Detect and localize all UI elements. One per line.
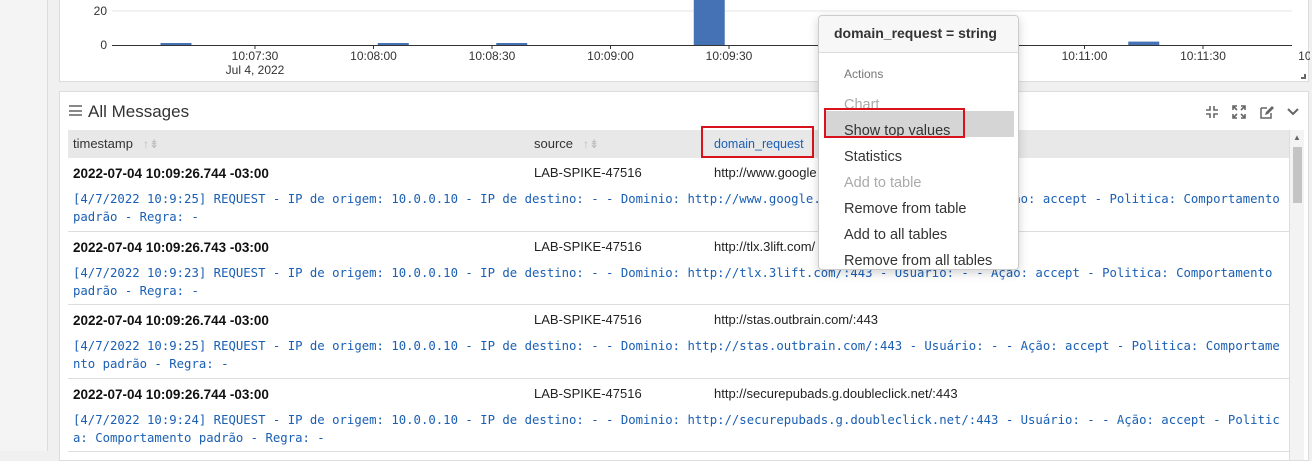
vertical-scrollbar[interactable]: ▲ [1289,130,1304,460]
column-header-source[interactable]: source ↑⇟ [534,130,599,158]
histogram-bar [377,43,409,45]
x-date-label: Jul 4, 2022 [226,63,285,77]
cell-message: [4/7/2022 10:9:24] REQUEST - IP de orige… [73,412,1280,445]
histogram-bar [496,43,528,45]
x-tick-label: 10:11:30 [1180,49,1226,63]
expand-icon[interactable] [1230,103,1248,121]
y-tick-label: 20 [94,4,108,18]
menu-item-add-to-table: Add to table [844,175,922,191]
menu-item-statistics[interactable]: Statistics [844,149,902,165]
search-page: 20 0 10:07:30 10:08:00 10:08:30 10:09:00 10:09… [48,0,1312,461]
edit-icon[interactable] [1257,103,1275,121]
histogram-bar [1128,41,1160,45]
cell-domain-request: http://www.google [714,165,817,180]
message-count-histogram: 20 0 10:07:30 10:08:00 10:08:30 10:09:00 10:09… [59,0,1310,82]
scrollbar-thumb[interactable] [1293,147,1302,203]
table-row[interactable]: 2022-07-04 10:09:26.744 -03:00 LAB-SPIKE-… [68,305,1289,379]
x-tick-label: 10:09:00 [587,49,634,63]
y-tick-label: 0 [100,38,107,52]
cell-domain-request: http://securepubads.g.doubleclick.net/:4… [714,385,958,401]
histogram-chart: 20 0 10:07:30 10:08:00 10:08:30 10:09:00 10:09… [94,0,1310,77]
resize-handle-icon[interactable] [1301,74,1306,79]
x-tick-label: 10:08:30 [469,49,516,63]
sort-icon[interactable]: ↑⇟ [583,137,599,151]
histogram-bar [693,0,725,45]
x-tick-label: 10:12:00 [1298,49,1310,63]
all-messages-widget: All Messages timestamp ↑⇟ source ↑⇟ doma… [59,91,1309,461]
cell-domain-request: http://stas.outbrain.com/:443 [714,312,879,327]
table-row[interactable]: 2022-07-04 10:09:26.744 -03:00 LAB-SPIKE-… [68,379,1289,452]
menu-item-remove-from-table[interactable]: Remove from table [844,201,967,217]
table-header: timestamp ↑⇟ source ↑⇟ domain_request [68,130,1289,158]
cell-domain-request: http://tlx.3lift.com/ [714,238,816,254]
scroll-up-icon[interactable]: ▲ [1293,133,1301,142]
histogram-bar [160,43,192,45]
cell-source: LAB-SPIKE-47516 [534,385,642,401]
sort-icon[interactable]: ↑⇟ [143,137,159,151]
chevron-down-icon[interactable] [1284,103,1302,121]
cell-timestamp: 2022-07-04 10:09:26.744 -03:00 [73,386,269,402]
menu-item-add-to-all-tables[interactable]: Add to all tables [844,227,947,243]
table-row[interactable]: 2022-07-04 10:09:26.744 -03:00 LAB-SPIKE-… [68,158,1289,232]
highlight-domain-request-column [701,126,814,158]
cell-timestamp: 2022-07-04 10:09:26.743 -03:00 [73,239,269,255]
cell-timestamp: 2022-07-04 10:09:26.744 -03:00 [73,313,269,328]
cell-source: LAB-SPIKE-47516 [534,238,642,254]
x-tick-label: 10:09:30 [706,49,753,63]
compress-icon[interactable] [1203,103,1221,121]
cell-timestamp: 2022-07-04 10:09:26.744 -03:00 [73,166,269,181]
x-tick-label: 10:07:30 [232,49,279,63]
widget-toolbar [1203,103,1302,121]
popover-title: domain_request = string [819,16,1018,53]
widget-header: All Messages [60,92,1308,130]
left-sidebar-strip [0,0,48,451]
widget-title: All Messages [88,102,190,121]
highlight-show-top-values [824,108,965,138]
cell-source: LAB-SPIKE-47516 [534,312,642,327]
cell-source: LAB-SPIKE-47516 [534,165,642,180]
x-tick-label: 10:11:00 [1062,49,1108,63]
drag-handle-icon[interactable] [69,105,82,116]
cell-message: [4/7/2022 10:9:23] REQUEST - IP de orige… [73,265,1273,298]
field-actions-popover: domain_request = string Actions Chart Sho… [818,15,1019,270]
popover-section-label: Actions [844,67,884,81]
cell-message: [4/7/2022 10:9:25] REQUEST - IP de orige… [73,339,1280,371]
messages-table-body: 2022-07-04 10:09:26.744 -03:00 LAB-SPIKE-… [68,158,1289,458]
cell-message: [4/7/2022 10:9:25] REQUEST - IP de orige… [73,192,1280,224]
table-row[interactable]: 2022-07-04 10:09:26.743 -03:00 LAB-SPIKE-… [68,232,1289,305]
column-header-timestamp[interactable]: timestamp ↑⇟ [73,130,159,158]
x-tick-label: 10:08:00 [350,49,397,63]
menu-item-remove-from-all-tables[interactable]: Remove from all tables [844,253,992,269]
